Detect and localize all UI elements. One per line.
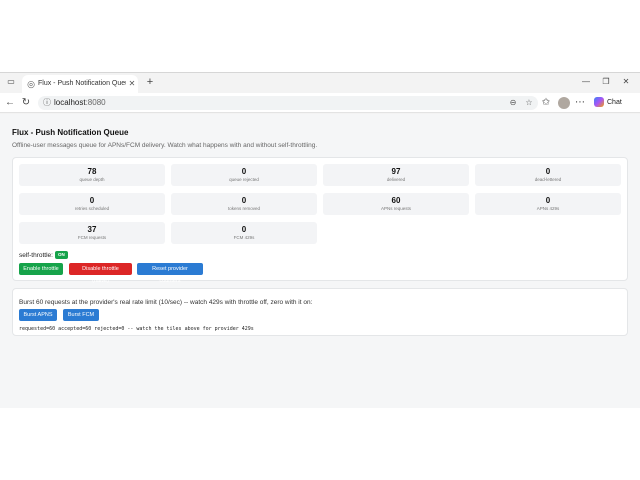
favorite-star-icon[interactable]: ☆ xyxy=(524,98,534,108)
refresh-icon[interactable]: ↻ xyxy=(20,97,32,109)
tab-title: Flux - Push Notification Queue - D xyxy=(38,80,126,87)
stat-tile-fcm-429s: 0 FCM 429s xyxy=(171,222,317,244)
burst-result-text: requested=60 accepted=60 rejected=0 -- w… xyxy=(19,326,254,332)
favorites-icon[interactable]: ✩ xyxy=(540,97,552,109)
burst-description: Burst 60 requests at the provider's real… xyxy=(19,299,313,306)
stat-value: 60 xyxy=(391,196,401,205)
tab-actions-icon[interactable]: ▭ xyxy=(6,77,16,87)
stat-value: 0 xyxy=(241,225,247,234)
close-window-icon[interactable]: ✕ xyxy=(620,77,632,87)
page-subtitle: Offline-user messages queue for APNs/FCM… xyxy=(12,142,318,149)
profile-avatar[interactable] xyxy=(558,97,570,109)
restore-icon[interactable]: ❐ xyxy=(600,77,612,87)
stat-label: dead-lettered xyxy=(534,177,562,182)
navigation-bar: ← ↻ ⓘ localhost:8080 ⊖ ☆ ✩ ⋯ Chat xyxy=(0,93,640,113)
stat-tile-dead-lettered: 0 dead-lettered xyxy=(475,164,621,186)
stat-tile-apns-429s: 0 APNs 429s xyxy=(475,193,621,215)
burst-card: Burst 60 requests at the provider's real… xyxy=(12,288,628,336)
enable-throttle-button[interactable]: Enable throttle xyxy=(19,263,63,275)
stat-value: 37 xyxy=(87,225,97,234)
stats-card: 78 queue depth 0 queue rejected 97 deliv… xyxy=(12,157,628,284)
page-title: Flux - Push Notification Queue xyxy=(12,128,129,137)
stat-tile-apns-requests: 60 APNs requests xyxy=(323,193,469,215)
browser-window: ▭ ◎ Flux - Push Notification Queue - D ✕… xyxy=(0,72,640,408)
stat-label: FCM requests xyxy=(77,235,107,240)
address-url: localhost:8080 xyxy=(54,98,106,108)
new-tab-icon[interactable]: + xyxy=(144,76,156,88)
copilot-icon xyxy=(594,97,604,108)
stat-value: 0 xyxy=(241,196,247,205)
globe-icon: ◎ xyxy=(27,79,35,89)
stat-value: 97 xyxy=(391,167,401,176)
stat-label: retries scheduled xyxy=(74,206,110,211)
stat-label: queue depth xyxy=(79,177,105,182)
burst-fcm-button[interactable]: Burst FCM xyxy=(63,309,99,321)
stat-value: 0 xyxy=(545,196,551,205)
chat-button[interactable]: Chat xyxy=(594,97,630,109)
zoom-icon[interactable]: ⊖ xyxy=(508,98,518,108)
stat-tile-retries-scheduled: 0 retries scheduled xyxy=(19,193,165,215)
stat-value: 0 xyxy=(241,167,247,176)
address-port: :8080 xyxy=(85,98,106,107)
burst-apns-button[interactable]: Burst APNS xyxy=(19,309,57,321)
stat-tile-fcm-requests: 37 FCM requests xyxy=(19,222,165,244)
stat-label: APNs requests xyxy=(380,206,411,211)
tab-bar: ▭ ◎ Flux - Push Notification Queue - D ✕… xyxy=(0,73,640,93)
address-host: localhost xyxy=(54,98,86,107)
stat-label: queue rejected xyxy=(229,177,259,182)
chat-label: Chat xyxy=(607,99,622,106)
stat-label: APNs 429s xyxy=(536,206,560,211)
reset-provider-counters-button[interactable]: Reset provider counters xyxy=(137,263,203,284)
address-bar[interactable]: ⓘ localhost:8080 ⊖ ☆ xyxy=(38,96,538,110)
stat-value: 0 xyxy=(545,167,551,176)
minimize-icon[interactable]: — xyxy=(580,77,592,87)
stat-tile-delivered: 97 delivered xyxy=(323,164,469,186)
stat-label: delivered xyxy=(386,177,406,182)
stat-tile-queue-rejected: 0 queue rejected xyxy=(171,164,317,186)
self-throttle-status: self-throttle: ON xyxy=(19,251,68,260)
stat-tile-tokens-removed: 0 tokens removed xyxy=(171,193,317,215)
page-content: Flux - Push Notification Queue Offline-u… xyxy=(0,114,640,408)
stat-value: 78 xyxy=(87,167,97,176)
throttle-status-badge: ON xyxy=(54,251,68,260)
browser-tab[interactable]: ◎ Flux - Push Notification Queue - D ✕ xyxy=(22,75,138,93)
disable-throttle-button[interactable]: Disable throttle (naive) xyxy=(69,263,132,284)
extensions-icon[interactable]: ⋯ xyxy=(574,97,586,109)
stat-label: tokens removed xyxy=(227,206,261,211)
stat-label: FCM 429s xyxy=(233,235,255,240)
desktop-background-bottom xyxy=(0,408,640,480)
site-info-icon[interactable]: ⓘ xyxy=(42,98,52,108)
close-tab-icon[interactable]: ✕ xyxy=(128,79,136,89)
self-throttle-label: self-throttle: xyxy=(19,252,53,259)
desktop-background-top xyxy=(0,0,640,72)
stat-tile-queue-depth: 78 queue depth xyxy=(19,164,165,186)
stat-value: 0 xyxy=(89,196,95,205)
back-icon[interactable]: ← xyxy=(4,97,16,109)
